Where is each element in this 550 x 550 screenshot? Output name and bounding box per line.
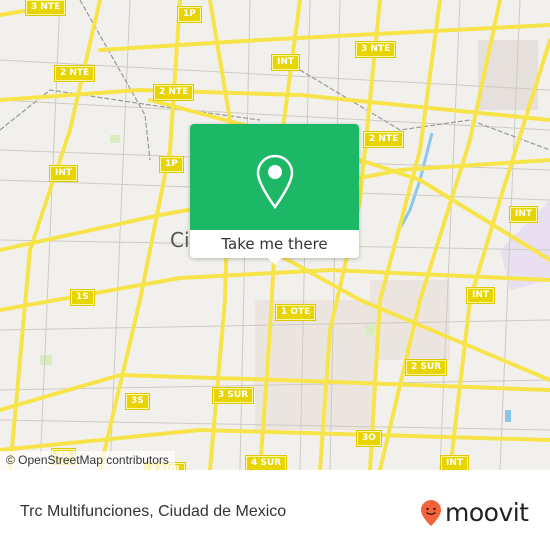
moovit-pin-icon <box>421 499 441 526</box>
location-popup: Take me there <box>190 124 359 265</box>
road-shield: 3O <box>356 430 382 447</box>
water-body <box>505 410 511 422</box>
brand-name: moovit <box>445 498 529 527</box>
park <box>110 135 120 143</box>
popup-header <box>190 124 359 230</box>
road-shield: INT <box>508 206 539 223</box>
park <box>40 355 52 365</box>
road-shield: 2 NTE <box>362 131 405 148</box>
road-shield: INT <box>270 54 301 71</box>
footer: Trc Multifunciones, Ciudad de Mexico moo… <box>0 470 550 550</box>
city-label: Ci <box>170 228 190 252</box>
district-area <box>478 40 538 110</box>
moovit-logo[interactable]: moovit <box>420 498 529 527</box>
road-shield: 3 NTE <box>24 0 67 16</box>
road-shield: INT <box>48 165 79 182</box>
map-attribution[interactable]: © OpenStreetMap contributors <box>0 451 175 470</box>
road-shield: 3 NTE <box>354 41 397 58</box>
road-shield: 1P <box>159 156 184 173</box>
road-shield: 4 SUR <box>244 455 288 470</box>
park <box>365 325 375 335</box>
road-shield: 2 SUR <box>404 359 448 376</box>
road-shield: 3S <box>125 393 150 410</box>
road-shield: 3 SUR <box>211 387 255 404</box>
road-shield: INT <box>465 287 496 304</box>
road-shield: 1S <box>70 289 95 306</box>
road-shield: 1P <box>177 6 202 23</box>
take-me-there-button[interactable]: Take me there <box>190 230 359 258</box>
popup-pointer <box>267 257 283 265</box>
map-pin-icon <box>256 154 294 210</box>
place-name: Trc Multifunciones, Ciudad de Mexico <box>20 503 287 520</box>
road-shield: INT <box>439 455 470 470</box>
road-shield: 1 OTE <box>274 304 317 321</box>
map-view[interactable]: Ci 3 NTE 1P 2 NTE 2 NTE INT 1P 3 NTE INT… <box>0 0 550 470</box>
road-shield: 2 NTE <box>152 84 195 101</box>
road-shield: 2 NTE <box>53 65 96 82</box>
